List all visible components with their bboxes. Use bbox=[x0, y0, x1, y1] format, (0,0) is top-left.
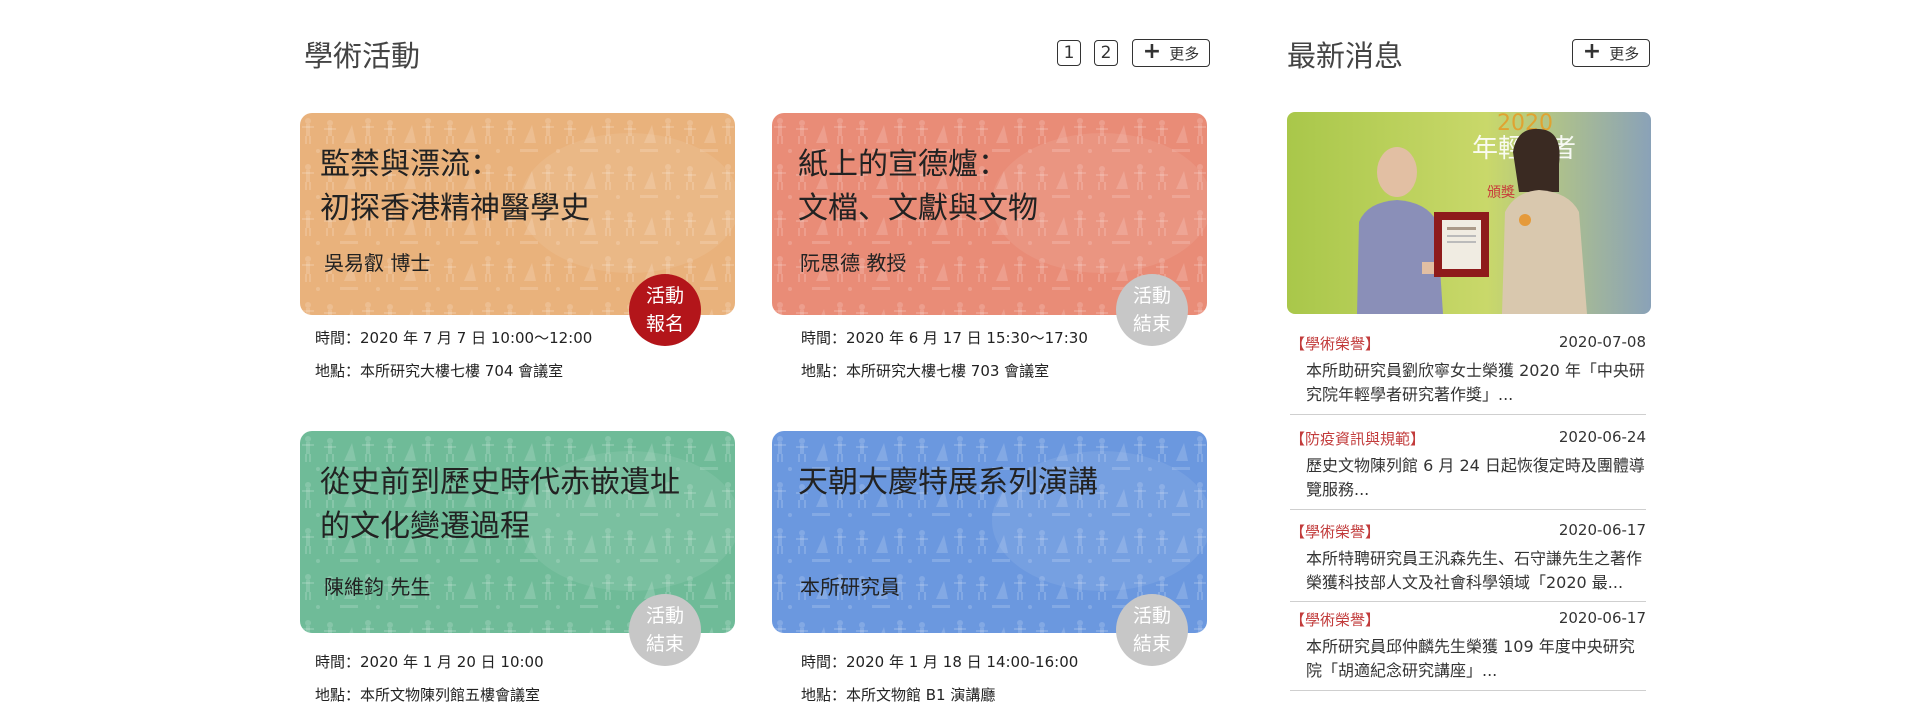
news-date: 2020-06-17 bbox=[1558, 609, 1646, 627]
event-speaker: 本所研究員 bbox=[800, 575, 900, 599]
event-time: 時間：2020 年 1 月 20 日 10:00 bbox=[315, 653, 544, 671]
event-place: 地點：本所文物館 B1 演講廳 bbox=[801, 686, 996, 704]
event-time: 時間：2020 年 1 月 18 日 14:00-16:00 bbox=[801, 653, 1079, 671]
event-title: 監禁與漂流： 初探香港精神醫學史 bbox=[320, 147, 590, 226]
award-ceremony-image: 2020 年輕學者 頒獎 bbox=[1287, 112, 1651, 314]
news-category[interactable]: 【防疫資訊與規範】 bbox=[1290, 428, 1425, 449]
event-speaker: 吳易叡 博士 bbox=[324, 251, 431, 275]
news-category[interactable]: 【學術榮譽】 bbox=[1290, 521, 1380, 542]
page-1-button[interactable]: 1 bbox=[1057, 40, 1081, 66]
svg-text:頒獎: 頒獎 bbox=[1487, 185, 1515, 201]
event-title: 紙上的宣德爐： 文檔、文獻與文物 bbox=[798, 147, 1038, 226]
event-closed-badge: 活動 結束 bbox=[629, 594, 701, 666]
event-closed-badge: 活動 結束 bbox=[1116, 594, 1188, 666]
event-speaker: 陳維鈞 先生 bbox=[324, 575, 431, 599]
page-2-button[interactable]: 2 bbox=[1094, 40, 1118, 66]
news-item[interactable]: 【防疫資訊與規範】 2020-06-24 歷史文物陳列館 6 月 24 日起恢復… bbox=[1290, 428, 1646, 510]
event-register-badge[interactable]: 活動 報名 bbox=[629, 274, 701, 346]
event-speaker: 阮思德 教授 bbox=[800, 251, 907, 275]
news-text[interactable]: 歷史文物陳列館 6 月 24 日起恢復定時及團體導覽服務... bbox=[1306, 454, 1646, 502]
event-place: 地點：本所研究大樓七樓 703 會議室 bbox=[801, 362, 1050, 380]
event-time: 時間：2020 年 6 月 17 日 15:30～17:30 bbox=[801, 329, 1088, 347]
news-section-title: 最新消息 bbox=[1287, 39, 1404, 73]
event-title: 從史前到歷史時代赤嵌遺址 的文化變遷過程 bbox=[320, 465, 680, 544]
event-closed-badge: 活動 結束 bbox=[1116, 274, 1188, 346]
plus-icon: + bbox=[1142, 39, 1162, 64]
news-item[interactable]: 【學術榮譽】 2020-06-17 本所特聘研究員王汎森先生、石守謙先生之著作榮… bbox=[1290, 521, 1646, 602]
news-item[interactable]: 【學術榮譽】 2020-07-08 本所助研究員劉欣寧女士榮獲 2020 年「中… bbox=[1290, 333, 1646, 415]
plus-icon: + bbox=[1582, 39, 1602, 64]
news-date: 2020-06-24 bbox=[1558, 428, 1646, 446]
news-date: 2020-06-17 bbox=[1558, 521, 1646, 539]
event-title: 天朝大慶特展系列演講 bbox=[798, 465, 1098, 500]
news-more-button[interactable]: + 更多 bbox=[1572, 39, 1650, 67]
news-featured-photo[interactable]: 2020 年輕學者 頒獎 bbox=[1287, 112, 1651, 314]
news-category[interactable]: 【學術榮譽】 bbox=[1290, 333, 1380, 354]
news-text[interactable]: 本所助研究員劉欣寧女士榮獲 2020 年「中央研究院年輕學者研究著作獎」... bbox=[1306, 359, 1646, 407]
event-time: 時間：2020 年 7 月 7 日 10:00～12:00 bbox=[315, 329, 593, 347]
news-text[interactable]: 本所研究員邱仲麟先生榮獲 109 年度中央研究院「胡適紀念研究講座」... bbox=[1306, 635, 1646, 683]
event-place: 地點：本所文物陳列館五樓會議室 bbox=[315, 686, 541, 704]
event-place: 地點：本所研究大樓七樓 704 會議室 bbox=[315, 362, 564, 380]
news-category[interactable]: 【學術榮譽】 bbox=[1290, 609, 1380, 630]
news-more-label: 更多 bbox=[1609, 44, 1640, 63]
events-more-button[interactable]: + 更多 bbox=[1132, 39, 1210, 67]
events-section-title: 學術活動 bbox=[304, 39, 421, 73]
news-text[interactable]: 本所特聘研究員王汎森先生、石守謙先生之著作榮獲科技部人文及社會科學領域「2020… bbox=[1306, 547, 1646, 595]
events-more-label: 更多 bbox=[1169, 44, 1200, 63]
news-date: 2020-07-08 bbox=[1558, 333, 1646, 351]
news-item[interactable]: 【學術榮譽】 2020-06-17 本所研究員邱仲麟先生榮獲 109 年度中央研… bbox=[1290, 609, 1646, 691]
